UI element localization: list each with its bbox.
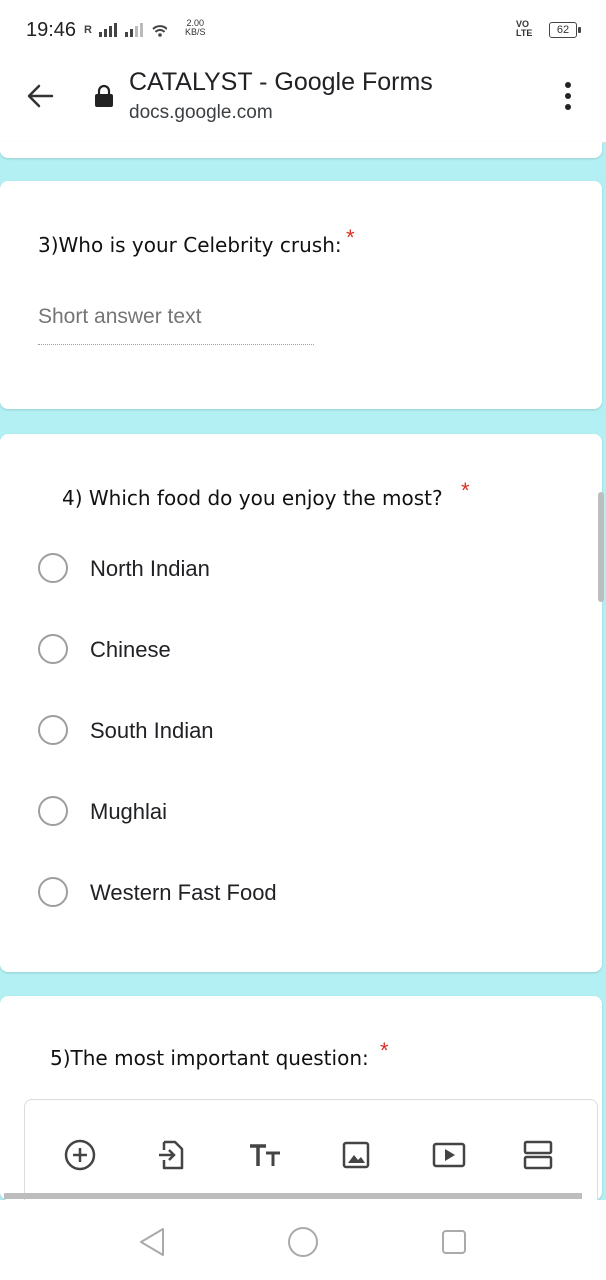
input-underline [38,344,314,345]
url-domain[interactable]: docs.google.com [129,102,273,124]
navigation-bar [0,1200,606,1280]
nav-back-icon[interactable] [133,1222,173,1262]
add-section-icon[interactable] [521,1138,555,1172]
nav-recents-icon[interactable] [434,1222,474,1262]
add-image-icon[interactable] [339,1138,373,1172]
option-label: Mughlai [90,799,168,824]
lock-icon[interactable] [94,84,114,108]
question-card-3: 3)Who is your Celebrity crush: * Short a… [0,181,602,409]
page-title[interactable]: CATALYST - Google Forms [129,68,433,97]
add-title-icon[interactable] [247,1138,281,1172]
option-label: Western Fast Food [90,880,277,905]
form-toolbar [24,1099,598,1201]
battery-icon: 62 [549,22,581,38]
speed-unit: KB/S [185,27,206,37]
import-questions-icon[interactable] [155,1138,189,1172]
radio-option-chinese[interactable]: Chinese [38,631,558,671]
volte-bottom: LTE [516,28,533,38]
radio-button[interactable] [38,634,68,664]
radio-option-south-indian[interactable]: South Indian [38,712,558,752]
signal-label: R [84,23,93,36]
required-asterisk: * [461,478,470,503]
radio-button[interactable] [38,715,68,745]
radio-option-north-indian[interactable]: North Indian [38,550,558,590]
more-options-icon[interactable] [556,78,580,118]
browser-bar: CATALYST - Google Forms docs.google.com [0,62,606,143]
radio-button[interactable] [38,553,68,583]
network-speed: 2.00 KB/S [185,19,206,37]
radio-button[interactable] [38,877,68,907]
add-question-icon[interactable] [63,1138,97,1172]
radio-option-mughlai[interactable]: Mughlai [38,793,558,833]
question-title: 5)The most important question: [50,1046,369,1070]
short-answer-input[interactable]: Short answer text [38,305,201,329]
option-label: North Indian [90,556,210,581]
required-asterisk: * [380,1038,389,1063]
volte-icon: VO LTE [516,20,532,38]
radio-button[interactable] [38,796,68,826]
option-label: South Indian [90,718,214,743]
radio-option-western-fast-food[interactable]: Western Fast Food [38,874,558,914]
back-arrow-icon[interactable] [22,78,58,114]
vertical-scrollbar[interactable] [598,492,604,602]
status-bar: 19:46 R 2.00 KB/S VO LTE 62 [0,0,606,62]
add-video-icon[interactable] [431,1138,466,1172]
nav-home-icon[interactable] [283,1222,323,1262]
option-label: Chinese [90,637,171,662]
previous-question-card [0,142,602,158]
signal-icon: R [84,22,168,38]
status-time: 19:46 [26,19,77,41]
required-asterisk: * [346,225,355,250]
question-title: 3)Who is your Celebrity crush: [38,233,342,257]
horizontal-scrollbar[interactable] [4,1193,582,1199]
question-card-4: 4) Which food do you enjoy the most? * N… [0,434,602,972]
question-title: 4) Which food do you enjoy the most? [62,486,443,510]
